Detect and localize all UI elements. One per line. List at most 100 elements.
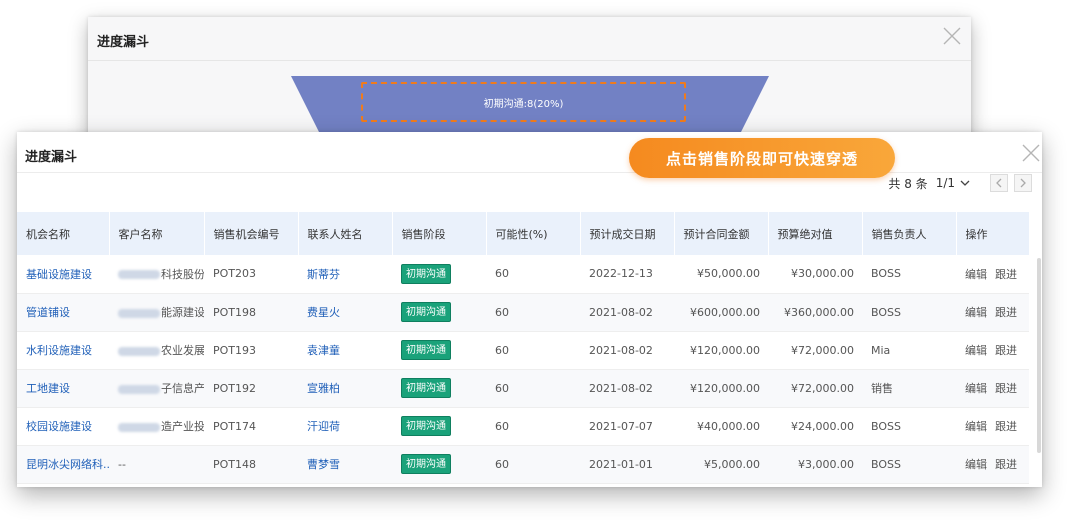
- contact-name-link[interactable]: 袁津童: [298, 331, 392, 370]
- column-header[interactable]: 预计成交日期: [580, 212, 675, 255]
- stage-cell: 初期沟通: [392, 293, 486, 332]
- opportunity-name-link[interactable]: 校园设施建设: [17, 407, 109, 446]
- stage-tag[interactable]: 初期沟通: [401, 416, 451, 436]
- contact-name-link[interactable]: 汗迎荷: [298, 407, 392, 446]
- budget-cell: ¥24,000.00: [768, 407, 862, 446]
- table-row: 管道铺设 能源建设集... POT198 费星火 初期沟通 60 2021-08…: [17, 293, 1029, 332]
- owner-cell: 销售: [862, 369, 956, 408]
- customer-name-cell: --: [109, 445, 204, 484]
- column-header[interactable]: 客户名称: [109, 212, 205, 255]
- contact-name-link[interactable]: 曹梦雪: [298, 445, 392, 484]
- dialog-title: 进度漏斗: [97, 35, 150, 50]
- budget-cell: ¥30,000.00: [768, 255, 862, 294]
- table-scrollbar[interactable]: [1037, 258, 1041, 453]
- close-icon[interactable]: [941, 25, 963, 47]
- stage-tag[interactable]: 初期沟通: [401, 340, 451, 360]
- owner-cell: BOSS: [862, 445, 956, 484]
- opportunity-code-cell: POT203: [204, 255, 298, 294]
- close-date-cell: 2021-08-02: [580, 331, 674, 370]
- follow-button[interactable]: 跟进: [995, 420, 1017, 433]
- column-header: 操作: [956, 212, 1030, 255]
- contact-name-link[interactable]: 斯蒂芬: [298, 255, 392, 294]
- edit-button[interactable]: 编辑: [965, 344, 987, 357]
- column-header[interactable]: 联系人姓名: [298, 212, 393, 255]
- column-header[interactable]: 销售机会编号: [204, 212, 299, 255]
- actions-cell: 编辑 跟进: [956, 407, 1029, 446]
- opportunity-code-cell: POT174: [204, 407, 298, 446]
- opportunity-table: 机会名称 客户名称 销售机会编号 联系人姓名 销售阶段 可能性(%) 预计成交日…: [17, 212, 1030, 484]
- actions-cell: 编辑 跟进: [956, 255, 1029, 294]
- redacted-mask: [118, 346, 160, 356]
- budget-cell: ¥3,000.00: [768, 445, 862, 484]
- dialog-header: 进度漏斗: [88, 17, 971, 61]
- budget-cell: ¥72,000.00: [768, 331, 862, 370]
- column-header[interactable]: 可能性(%): [486, 212, 581, 255]
- column-header[interactable]: 销售阶段: [392, 212, 487, 255]
- follow-button[interactable]: 跟进: [995, 344, 1017, 357]
- opportunity-name-link[interactable]: 昆明冰尖网络科...: [17, 445, 109, 484]
- probability-cell: 60: [486, 293, 580, 332]
- actions-cell: 编辑 跟进: [956, 331, 1029, 370]
- actions-cell: 编辑 跟进: [956, 293, 1029, 332]
- page-select-value: 1/1: [935, 176, 955, 190]
- column-header[interactable]: 机会名称: [17, 212, 110, 255]
- follow-button[interactable]: 跟进: [995, 382, 1017, 395]
- prev-page-button[interactable]: [990, 174, 1008, 192]
- opportunity-name-link[interactable]: 基础设施建设: [17, 255, 109, 294]
- stage-tag[interactable]: 初期沟通: [401, 454, 451, 474]
- owner-cell: Mia: [862, 331, 956, 370]
- contract-amount-cell: ¥120,000.00: [674, 331, 768, 370]
- edit-button[interactable]: 编辑: [965, 420, 987, 433]
- table-row: 工地建设 子信息产... POT192 宣雅柏 初期沟通 60 2021-08-…: [17, 369, 1029, 408]
- customer-name-cell: 能源建设集...: [109, 293, 204, 332]
- table-header-row: 机会名称 客户名称 销售机会编号 联系人姓名 销售阶段 可能性(%) 预计成交日…: [17, 212, 1030, 255]
- stage-cell: 初期沟通: [392, 407, 486, 446]
- customer-name-cell: 科技股份有...: [109, 255, 204, 294]
- opportunity-name-link[interactable]: 工地建设: [17, 369, 109, 408]
- page-select[interactable]: 1/1: [936, 176, 970, 190]
- contact-name-link[interactable]: 宣雅柏: [298, 369, 392, 408]
- stage-cell: 初期沟通: [392, 445, 486, 484]
- contract-amount-cell: ¥5,000.00: [674, 445, 768, 484]
- stage-cell: 初期沟通: [392, 255, 486, 294]
- follow-button[interactable]: 跟进: [995, 306, 1017, 319]
- column-header[interactable]: 销售负责人: [862, 212, 957, 255]
- edit-button[interactable]: 编辑: [965, 382, 987, 395]
- budget-cell: ¥72,000.00: [768, 369, 862, 408]
- column-header[interactable]: 预算绝对值: [768, 212, 863, 255]
- follow-button[interactable]: 跟进: [995, 458, 1017, 471]
- stage-tag[interactable]: 初期沟通: [401, 302, 451, 322]
- table-row: 校园设施建设 造产业投... POT174 汗迎荷 初期沟通 60 2021-0…: [17, 407, 1029, 446]
- close-date-cell: 2021-07-07: [580, 407, 674, 446]
- close-date-cell: 2021-01-01: [580, 445, 674, 484]
- contact-name-link[interactable]: 费星火: [298, 293, 392, 332]
- customer-name-cell: 造产业投...: [109, 407, 204, 446]
- opportunity-name-link[interactable]: 水利设施建设: [17, 331, 109, 370]
- chevron-left-icon: [996, 178, 1002, 188]
- column-header[interactable]: 预计合同金额: [674, 212, 769, 255]
- probability-cell: 60: [486, 255, 580, 294]
- next-page-button[interactable]: [1014, 174, 1032, 192]
- funnel-dialog-back: 进度漏斗 初期沟通:8(20%): [88, 17, 971, 147]
- redacted-mask: [118, 422, 160, 432]
- close-icon[interactable]: [1020, 142, 1042, 164]
- redacted-mask: [118, 308, 160, 318]
- follow-button[interactable]: 跟进: [995, 268, 1017, 281]
- stage-tag[interactable]: 初期沟通: [401, 378, 451, 398]
- edit-button[interactable]: 编辑: [965, 306, 987, 319]
- pagination: 共 8 条 1/1: [888, 173, 1032, 193]
- probability-cell: 60: [486, 331, 580, 370]
- actions-cell: 编辑 跟进: [956, 445, 1029, 484]
- funnel-dialog-front: 进度漏斗 共 8 条 1/1 机会名称 客户名称 销售机会编号 联系人姓名 销售…: [17, 132, 1042, 487]
- funnel-stage-label[interactable]: 初期沟通:8(20%): [361, 82, 686, 122]
- customer-name-cell: 子信息产...: [109, 369, 204, 408]
- stage-tag[interactable]: 初期沟通: [401, 263, 451, 284]
- close-date-cell: 2021-08-02: [580, 369, 674, 408]
- screen: 进度漏斗 初期沟通:8(20%) 进度漏斗 共 8 条 1/1 机会名称 客户名…: [0, 0, 1080, 525]
- edit-button[interactable]: 编辑: [965, 268, 987, 281]
- opportunity-code-cell: POT198: [204, 293, 298, 332]
- edit-button[interactable]: 编辑: [965, 458, 987, 471]
- redacted-mask: [118, 384, 160, 394]
- opportunity-name-link[interactable]: 管道铺设: [17, 293, 109, 332]
- owner-cell: BOSS: [862, 293, 956, 332]
